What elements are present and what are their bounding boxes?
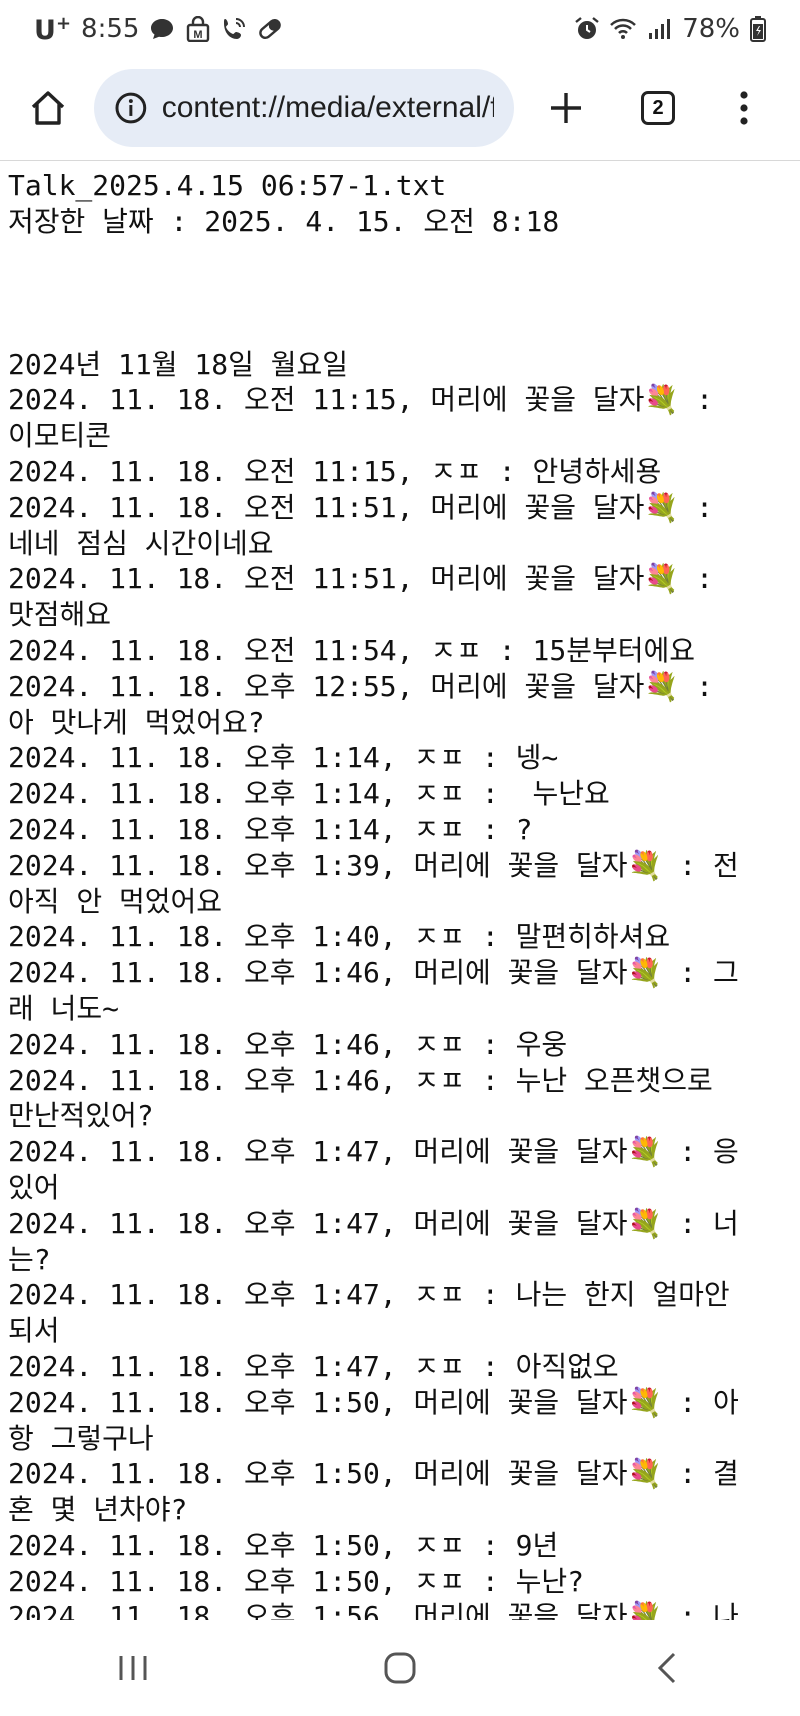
recent-apps-icon xyxy=(119,1656,147,1680)
status-bar: U+ 8:55 M 78% xyxy=(0,0,800,58)
toolbar-divider xyxy=(0,160,800,161)
chat-line: 아 맛나게 먹었어요? xyxy=(8,705,265,739)
chat-line: 있어 xyxy=(8,1170,60,1204)
chat-line: 2024. 11. 18. 오후 1:47, ㅈㅍ : 나는 한지 얼마안 xyxy=(8,1278,730,1312)
chat-line: 2024. 11. 18. 오후 1:50, ㅈㅍ : 누난? xyxy=(8,1564,584,1598)
chat-line: 2024. 11. 18. 오후 1:14, ㅈㅍ : 누난요 xyxy=(8,777,610,811)
chat-line: 2024. 11. 18. 오후 1:56, 머리에 꽃을 달자💐 : 나 xyxy=(8,1600,739,1620)
chat-line: 2024년 11월 18일 월요일 xyxy=(8,347,348,381)
home-button[interactable] xyxy=(20,80,76,136)
back-nav-button[interactable] xyxy=(622,1638,712,1698)
battery-icon xyxy=(750,16,766,42)
home-nav-button[interactable] xyxy=(355,1638,445,1698)
chat-line: 만난적있어? xyxy=(8,1099,154,1133)
wifi-icon xyxy=(610,18,637,39)
chat-line: 2024. 11. 18. 오후 1:47, ㅈㅍ : 아직없오 xyxy=(8,1349,619,1383)
chat-line: 이모티콘 xyxy=(8,419,112,453)
plus-icon xyxy=(551,93,581,123)
home-icon xyxy=(31,91,65,125)
chat-line: 2024. 11. 18. 오전 11:51, 머리에 꽃을 달자💐 : xyxy=(8,562,713,596)
chat-line: 되서 xyxy=(8,1314,60,1348)
chat-line: 2024. 11. 18. 오후 1:14, ㅈㅍ : ? xyxy=(8,812,533,846)
chat-line: 는? xyxy=(8,1242,51,1276)
more-vert-icon xyxy=(740,91,748,125)
tab-switcher-button[interactable]: 2 xyxy=(630,80,686,136)
recent-apps-button[interactable] xyxy=(88,1638,178,1698)
chat-line: 2024. 11. 18. 오전 11:15, ㅈㅍ : 안녕하세용 xyxy=(8,454,662,488)
chat-line: 2024. 11. 18. 오후 1:46, 머리에 꽃을 달자💐 : 그 xyxy=(8,956,739,990)
chat-line: 래 너도~ xyxy=(8,991,119,1025)
text-file-content[interactable]: Talk_2025.4.15 06:57-1.txt 저장한 날짜 : 2025.… xyxy=(8,168,792,1620)
chat-line: 2024. 11. 18. 오후 1:14, ㅈㅍ : 넹~ xyxy=(8,741,559,775)
status-time: 8:55 xyxy=(81,14,140,44)
pill-icon xyxy=(259,18,282,40)
carrier-label: U+ xyxy=(34,13,71,46)
more-menu-button[interactable] xyxy=(716,80,772,136)
status-left: U+ 8:55 M xyxy=(34,13,283,46)
url-text[interactable]: content://media/external/file/1000 xyxy=(162,91,494,125)
svg-text:M: M xyxy=(194,29,203,41)
carrier-plus: + xyxy=(55,12,72,34)
status-right: 78% xyxy=(574,14,766,44)
chat-line: 2024. 11. 18. 오후 1:40, ㅈㅍ : 말편히하셔요 xyxy=(8,920,671,954)
home-circle-icon xyxy=(384,1652,416,1684)
chat-line: 항 그렇구나 xyxy=(8,1421,154,1455)
tab-count: 2 xyxy=(652,96,664,119)
alarm-icon xyxy=(575,17,599,39)
header-line: 저장한 날짜 : 2025. 4. 15. 오전 8:18 xyxy=(8,204,560,238)
address-bar[interactable]: content://media/external/file/1000 xyxy=(94,69,514,147)
chat-line: 2024. 11. 18. 오후 1:50, 머리에 꽃을 달자💐 : 결 xyxy=(8,1457,739,1491)
m-lock-icon: M xyxy=(187,16,210,42)
chat-line: 2024. 11. 18. 오후 1:46, ㅈㅍ : 누난 오픈챗으로 xyxy=(8,1063,713,1097)
signal-icon xyxy=(649,19,671,39)
chat-line: 네네 점심 시간이네요 xyxy=(8,526,274,560)
chat-line: 2024. 11. 18. 오후 1:47, 머리에 꽃을 달자💐 : 응 xyxy=(8,1135,739,1169)
chat-line: 2024. 11. 18. 오전 11:54, ㅈㅍ : 15분부터에요 xyxy=(8,633,695,667)
chat-line: 혼 몇 년차야? xyxy=(8,1493,188,1527)
back-icon xyxy=(657,1652,675,1684)
system-nav-bar xyxy=(0,1620,800,1716)
info-icon[interactable] xyxy=(114,91,148,125)
browser-toolbar: content://media/external/file/1000 2 xyxy=(0,58,800,158)
chat-line: 아직 안 먹었어요 xyxy=(8,884,223,918)
chat-line: 2024. 11. 18. 오후 1:46, ㅈㅍ : 우웅 xyxy=(8,1027,568,1061)
chat-line: 2024. 11. 18. 오후 12:55, 머리에 꽃을 달자💐 : xyxy=(8,669,713,703)
chat-bubble-icon xyxy=(151,19,174,39)
blank-gap xyxy=(8,240,792,347)
chat-line: 2024. 11. 18. 오후 1:39, 머리에 꽃을 달자💐 : 전 xyxy=(8,848,739,882)
chat-line: 2024. 11. 18. 오후 1:47, 머리에 꽃을 달자💐 : 너 xyxy=(8,1206,739,1240)
carrier-text: U xyxy=(34,14,56,46)
tabs-icon: 2 xyxy=(641,91,675,125)
wifi-calling-icon xyxy=(224,18,246,39)
file-header: Talk_2025.4.15 06:57-1.txt 저장한 날짜 : 2025.… xyxy=(8,168,792,240)
header-line: Talk_2025.4.15 06:57-1.txt xyxy=(8,169,447,202)
chat-line: 2024. 11. 18. 오전 11:15, 머리에 꽃을 달자💐 : xyxy=(8,383,713,417)
chat-line: 2024. 11. 18. 오후 1:50, 머리에 꽃을 달자💐 : 아 xyxy=(8,1385,739,1419)
chat-log: 2024년 11월 18일 월요일 2024. 11. 18. 오전 11:15,… xyxy=(8,347,792,1620)
battery-percent: 78% xyxy=(682,14,740,44)
new-tab-button[interactable] xyxy=(538,80,594,136)
chat-line: 2024. 11. 18. 오전 11:51, 머리에 꽃을 달자💐 : xyxy=(8,490,713,524)
chat-line: 맛점해요 xyxy=(8,598,112,632)
chat-line: 2024. 11. 18. 오후 1:50, ㅈㅍ : 9년 xyxy=(8,1528,559,1562)
